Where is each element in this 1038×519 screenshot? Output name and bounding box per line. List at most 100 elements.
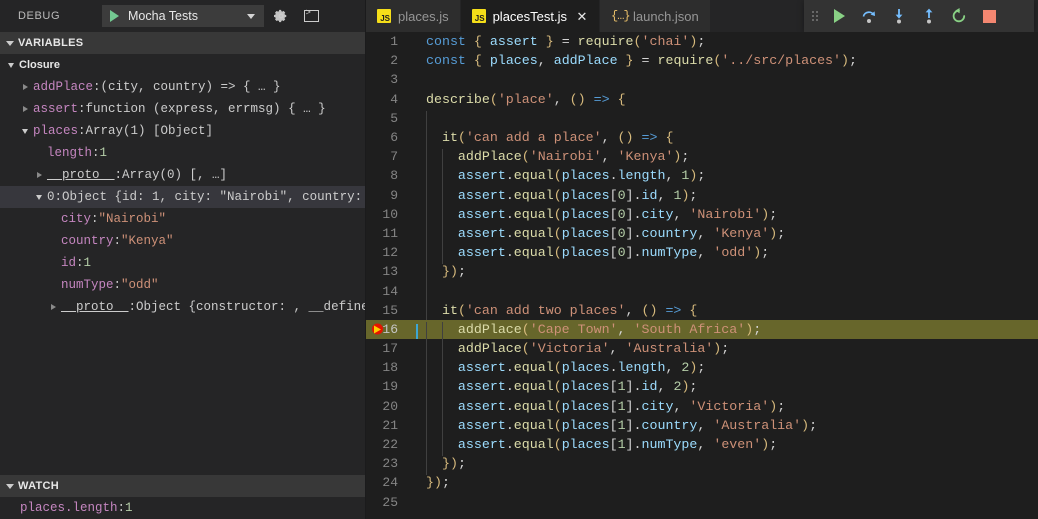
tab-placestest-js[interactable]: JS placesTest.js ✕ [460, 0, 600, 32]
line-number[interactable]: 5 [366, 111, 418, 126]
watch-row[interactable]: places.length: 1 [0, 497, 365, 519]
restart-button[interactable] [944, 0, 974, 32]
code-line[interactable]: 15 it('can add two places', () => { [366, 301, 1038, 322]
line-number[interactable]: 3 [366, 72, 418, 87]
variable-row[interactable]: __proto__: Object {constructor: , __defi… [0, 296, 365, 318]
variable-row[interactable]: city: "Nairobi" [0, 208, 365, 230]
chevron-down-icon[interactable] [247, 13, 255, 19]
code-line[interactable]: 13 }); [366, 262, 1038, 284]
code-line[interactable]: 25 [366, 493, 1038, 512]
line-number[interactable]: 1 [366, 34, 418, 49]
variables-section-header[interactable]: VARIABLES [0, 32, 365, 54]
line-number[interactable]: 19 [366, 379, 418, 394]
line-number[interactable]: 25 [366, 495, 418, 510]
code-line[interactable]: 18 assert.equal(places.length, 2); [366, 358, 1038, 380]
debug-console-button[interactable] [298, 3, 324, 29]
watch-list[interactable]: places.length: 1 [0, 497, 365, 519]
close-icon[interactable]: ✕ [576, 10, 588, 23]
line-number[interactable]: 14 [366, 284, 418, 299]
step-over-button[interactable] [854, 0, 884, 32]
line-number[interactable]: 15 [366, 303, 418, 318]
line-number[interactable]: 13 [366, 264, 418, 279]
code-line[interactable]: 21 assert.equal(places[1].country, 'Aust… [366, 416, 1038, 438]
code-line[interactable]: 2 const { places, addPlace } = require('.… [366, 51, 1038, 70]
code-token: country [641, 225, 698, 241]
play-icon[interactable] [110, 10, 119, 22]
launch-configuration-select[interactable]: Mocha Tests [102, 5, 264, 27]
line-number[interactable]: 17 [366, 341, 418, 356]
code-token: ) [449, 264, 458, 280]
variables-scope-closure[interactable]: Closure [0, 54, 365, 76]
code-line[interactable]: 3 [366, 70, 1038, 89]
code-token: ( [521, 341, 530, 357]
code-line[interactable]: 5 [366, 109, 1038, 131]
chevron-down-icon[interactable] [34, 194, 44, 200]
code-line[interactable]: 7 addPlace('Nairobi', 'Kenya'); [366, 147, 1038, 169]
variable-row[interactable]: country: "Kenya" [0, 230, 365, 252]
code-text: assert.equal(places[1].numType, 'even'); [418, 437, 1038, 457]
code-line[interactable]: 20 assert.equal(places[1].city, 'Victori… [366, 397, 1038, 418]
line-number[interactable]: 6 [366, 130, 418, 145]
code-line[interactable]: 4 describe('place', () => { [366, 90, 1038, 109]
code-line[interactable]: 8 assert.equal(places.length, 1); [366, 166, 1038, 188]
line-number[interactable]: 11 [366, 226, 418, 241]
stop-button[interactable] [974, 0, 1004, 32]
variable-row[interactable]: id: 1 [0, 252, 365, 274]
variable-row[interactable]: places: Array(1) [Object] [0, 120, 365, 142]
drag-handle-icon[interactable] [804, 0, 824, 32]
line-number[interactable]: 12 [366, 245, 418, 260]
open-launchjson-button[interactable] [268, 3, 294, 29]
line-number[interactable]: 2 [366, 53, 418, 68]
step-into-button[interactable] [884, 0, 914, 32]
variable-row[interactable]: __proto__: Array(0) [, …] [0, 164, 365, 186]
line-number[interactable]: 4 [366, 92, 418, 107]
chevron-down-icon[interactable] [20, 128, 30, 134]
chevron-right-icon[interactable] [34, 172, 44, 178]
watch-section-header[interactable]: WATCH [0, 475, 365, 497]
code-line[interactable]: 23 }); [366, 454, 1038, 476]
code-token: ] [625, 417, 634, 433]
code-line[interactable]: 16 addPlace('Cape Town', 'South Africa')… [366, 319, 1038, 342]
chevron-down-icon[interactable] [6, 62, 16, 68]
code-line[interactable]: 22 assert.equal(places[1].numType, 'even… [366, 435, 1038, 457]
code-line[interactable]: 1 const { assert } = require('chai'); [366, 32, 1038, 51]
code-line[interactable]: 10 assert.equal(places[0].city, 'Nairobi… [366, 205, 1038, 226]
line-number[interactable]: 16 [366, 322, 418, 337]
variable-row[interactable]: 0: Object {id: 1, city: "Nairobi", count… [0, 186, 365, 208]
variable-row[interactable]: length: 1 [0, 142, 365, 164]
code-line[interactable]: 14 [366, 281, 1038, 303]
code-line[interactable]: 19 assert.equal(places[1].id, 2); [366, 377, 1038, 399]
variable-row[interactable]: assert: function (express, errmsg) { … } [0, 98, 365, 120]
line-number[interactable]: 21 [366, 418, 418, 433]
breakpoint-icon[interactable] [372, 323, 383, 335]
continue-button[interactable] [824, 0, 854, 32]
step-out-button[interactable] [914, 0, 944, 32]
line-number[interactable]: 9 [366, 188, 418, 203]
code-line[interactable]: 11 assert.equal(places[0].country, 'Keny… [366, 224, 1038, 246]
code-editor[interactable]: 1 const { assert } = require('chai'); 2 con… [366, 32, 1038, 519]
line-number[interactable]: 18 [366, 360, 418, 375]
code-line[interactable]: 24}); [366, 473, 1038, 492]
chevron-right-icon[interactable] [48, 304, 58, 310]
variable-row[interactable]: numType: "odd" [0, 274, 365, 296]
line-number[interactable]: 10 [366, 207, 418, 222]
line-number[interactable]: 23 [366, 456, 418, 471]
line-number[interactable]: 8 [366, 168, 418, 183]
code-token: , [673, 206, 690, 222]
variables-tree[interactable]: Closure addPlace: (city, country) => { …… [0, 54, 365, 475]
code-line[interactable]: 12 assert.equal(places[0].numType, 'odd'… [366, 243, 1038, 265]
code-line[interactable]: 9 assert.equal(places[0].id, 1); [366, 186, 1038, 207]
code-line[interactable]: 17 addPlace('Victoria', 'Australia'); [366, 339, 1038, 361]
code-tokens: assert.equal(places[1].numType, 'even'); [418, 437, 777, 452]
chevron-right-icon[interactable] [20, 84, 30, 90]
line-number[interactable]: 20 [366, 399, 418, 414]
chevron-right-icon[interactable] [20, 106, 30, 112]
code-token: 'Kenya' [617, 149, 674, 165]
code-line[interactable]: 6 it('can add a place', () => { [366, 128, 1038, 150]
tab-places-js[interactable]: JS places.js [366, 0, 461, 32]
line-number[interactable]: 24 [366, 475, 418, 490]
line-number[interactable]: 22 [366, 437, 418, 452]
tab-launch-json[interactable]: {…} launch.json [600, 0, 711, 32]
line-number[interactable]: 7 [366, 149, 418, 164]
variable-row[interactable]: addPlace: (city, country) => { … } [0, 76, 365, 98]
